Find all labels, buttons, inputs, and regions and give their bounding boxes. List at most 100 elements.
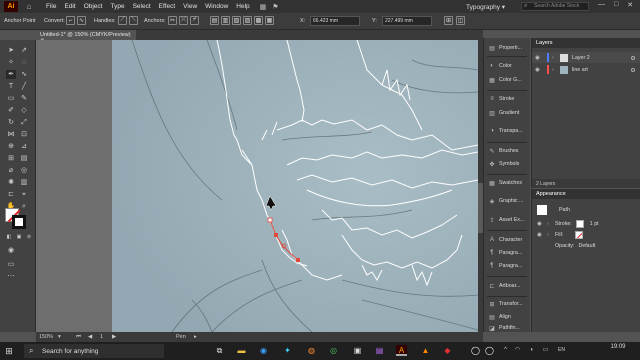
arrange-documents-icon[interactable]: ▦	[260, 3, 267, 11]
fill-swatch-none[interactable]	[575, 231, 584, 239]
dock-artboards[interactable]: ⊏ Artboar...	[488, 280, 532, 292]
store-icon[interactable]: ▣	[352, 345, 363, 356]
status-menu-icon[interactable]: ▸	[194, 334, 197, 340]
rectangle-tool-icon[interactable]: ▭	[6, 94, 16, 103]
document-tab[interactable]: Untitled-1* @ 150% (CMYK/Preview) ✕	[36, 30, 136, 44]
network-icon[interactable]: ◠	[512, 345, 523, 356]
align-right-icon[interactable]: ▧	[232, 16, 241, 25]
home-icon[interactable]: ⌂	[24, 2, 34, 11]
column-graph-tool-icon[interactable]: ▥	[19, 178, 29, 187]
gradient-swatch-icon[interactable]: ▣	[14, 233, 24, 242]
vlc-icon[interactable]: ▲	[420, 345, 431, 356]
battery-icon[interactable]: ▭	[540, 345, 551, 356]
y-coordinate-field[interactable]: 227.499 mm	[382, 16, 432, 26]
dock-pathfinder[interactable]: ◪ Pathfin...	[488, 324, 532, 332]
user-icon[interactable]: ◯	[470, 345, 481, 356]
hide-handles-icon[interactable]: ⟍	[129, 16, 138, 25]
lasso-tool-icon[interactable]: ◌	[19, 58, 29, 67]
volume-icon[interactable]: ◖	[526, 345, 537, 356]
screen-mode-icon[interactable]: ▭	[6, 260, 16, 269]
x-coordinate-field[interactable]: 66.423 mm	[310, 16, 360, 26]
illustrator-taskbar-icon[interactable]: A	[396, 345, 407, 356]
menu-effect[interactable]: Effect	[159, 3, 176, 10]
rotate-tool-icon[interactable]: ↻	[6, 118, 16, 127]
expand-layer-icon[interactable]: ›	[552, 67, 558, 73]
menu-edit[interactable]: Edit	[64, 3, 75, 10]
mesh-tool-icon[interactable]: ⊞	[6, 154, 16, 163]
align-bottom-icon[interactable]: ▦	[265, 16, 274, 25]
perspective-grid-tool-icon[interactable]: ⊿	[19, 142, 29, 151]
first-artboard-icon[interactable]: ⏮	[76, 334, 81, 341]
direct-selection-tool-icon[interactable]: ⇗	[19, 46, 29, 55]
prev-artboard-icon[interactable]: ◀	[88, 334, 92, 340]
zoom-level[interactable]: 150%	[39, 334, 53, 340]
app-icon-red[interactable]: ◆	[442, 345, 453, 356]
target-icon[interactable]	[631, 55, 635, 60]
stroke-color-swatch[interactable]	[12, 215, 26, 229]
width-tool-icon[interactable]: ⋈	[6, 130, 16, 139]
blend-tool-icon[interactable]: ◎	[19, 166, 29, 175]
menu-window[interactable]: Window	[205, 3, 228, 10]
adobe-stock-search[interactable]: ⌕ Search Adobe Stock	[521, 2, 589, 11]
remove-anchor-icon[interactable]: ✂	[168, 16, 177, 25]
app-icon-blue[interactable]: ✦	[282, 345, 293, 356]
magic-wand-icon[interactable]: ✧	[6, 58, 16, 67]
isolate-object-icon[interactable]: ◫	[456, 16, 465, 25]
clock[interactable]: 19:09	[603, 344, 633, 350]
appearance-tab[interactable]: Appearance	[532, 189, 640, 199]
dock-symbols[interactable]: ✤ Symbols	[488, 158, 532, 170]
align-left-icon[interactable]: ▤	[210, 16, 219, 25]
next-artboard-icon[interactable]: ▶	[112, 334, 116, 340]
anchor-point[interactable]	[267, 217, 273, 223]
menu-file[interactable]: File	[46, 3, 56, 10]
default-colors-icon[interactable]: ◧	[4, 233, 14, 242]
visibility-eye-icon[interactable]: ◉	[537, 221, 545, 227]
none-swatch-icon[interactable]: ⊘	[24, 233, 34, 242]
visibility-eye-icon[interactable]: ◉	[537, 232, 545, 238]
stroke-row[interactable]: ◉ › Stroke: 1 pt	[532, 219, 640, 229]
connect-anchors-icon[interactable]: ⤫	[179, 16, 188, 25]
free-transform-tool-icon[interactable]: ⊡	[19, 130, 29, 139]
convert-smooth-icon[interactable]: ∿	[77, 16, 86, 25]
gpu-performance-icon[interactable]: ⚑	[272, 3, 278, 11]
selection-tool-icon[interactable]: ➤	[6, 46, 16, 55]
expand-icon[interactable]: ›	[547, 221, 553, 227]
dock-swatches[interactable]: ▦ Swatches	[488, 177, 532, 189]
dock-color[interactable]: ◐ Color	[488, 60, 532, 72]
maximize-icon[interactable]: □	[614, 1, 618, 9]
symbol-sprayer-tool-icon[interactable]: ✺	[6, 178, 16, 187]
chrome-icon[interactable]: ◎	[328, 345, 339, 356]
dock-transform[interactable]: ⊞ Transfor...	[488, 298, 532, 310]
transform-icon[interactable]: ⊞	[444, 16, 453, 25]
draw-normal-icon[interactable]: ◉	[6, 246, 16, 255]
canvas[interactable]	[36, 40, 478, 332]
scale-tool-icon[interactable]: ⤢	[19, 118, 29, 127]
edit-toolbar-icon[interactable]: ⋯	[6, 272, 16, 281]
anchor-point[interactable]	[296, 258, 300, 262]
firefox-icon[interactable]: ◍	[306, 345, 317, 356]
artboard[interactable]	[112, 40, 478, 332]
windows-start-icon[interactable]: ⊞	[3, 345, 15, 357]
dock-graphic-styles[interactable]: ◈ Graphic ...	[488, 195, 532, 207]
dock-paragraph-styles[interactable]: ¶ Paragra...	[488, 260, 532, 272]
cut-path-icon[interactable]: ⌿	[190, 16, 199, 25]
eraser-tool-icon[interactable]: ◇	[19, 106, 29, 115]
visibility-eye-icon[interactable]: ◉	[535, 67, 544, 73]
menu-type[interactable]: Type	[110, 3, 124, 10]
type-tool-icon[interactable]: T	[6, 82, 16, 91]
target-icon[interactable]	[631, 67, 635, 72]
align-middle-icon[interactable]: ▩	[254, 16, 263, 25]
align-top-icon[interactable]: ▨	[243, 16, 252, 25]
dock-brushes[interactable]: ✎ Brushes	[488, 145, 532, 157]
file-explorer-icon[interactable]: ▬	[236, 345, 247, 356]
app-icon-purple[interactable]: ▤	[374, 345, 385, 356]
user-icon-2[interactable]: ◯	[484, 345, 495, 356]
layer-row[interactable]: ◉ › line art	[532, 64, 640, 75]
dock-asset-export[interactable]: ⇪ Asset Ex...	[488, 214, 532, 226]
paintbrush-tool-icon[interactable]: ✎	[19, 94, 29, 103]
visibility-eye-icon[interactable]: ◉	[535, 55, 544, 61]
convert-corner-icon[interactable]: ⌐	[66, 16, 75, 25]
menu-help[interactable]: Help	[236, 3, 249, 10]
anchor-point[interactable]	[274, 233, 278, 237]
zoom-tool-icon[interactable]: ⌕	[19, 202, 29, 211]
